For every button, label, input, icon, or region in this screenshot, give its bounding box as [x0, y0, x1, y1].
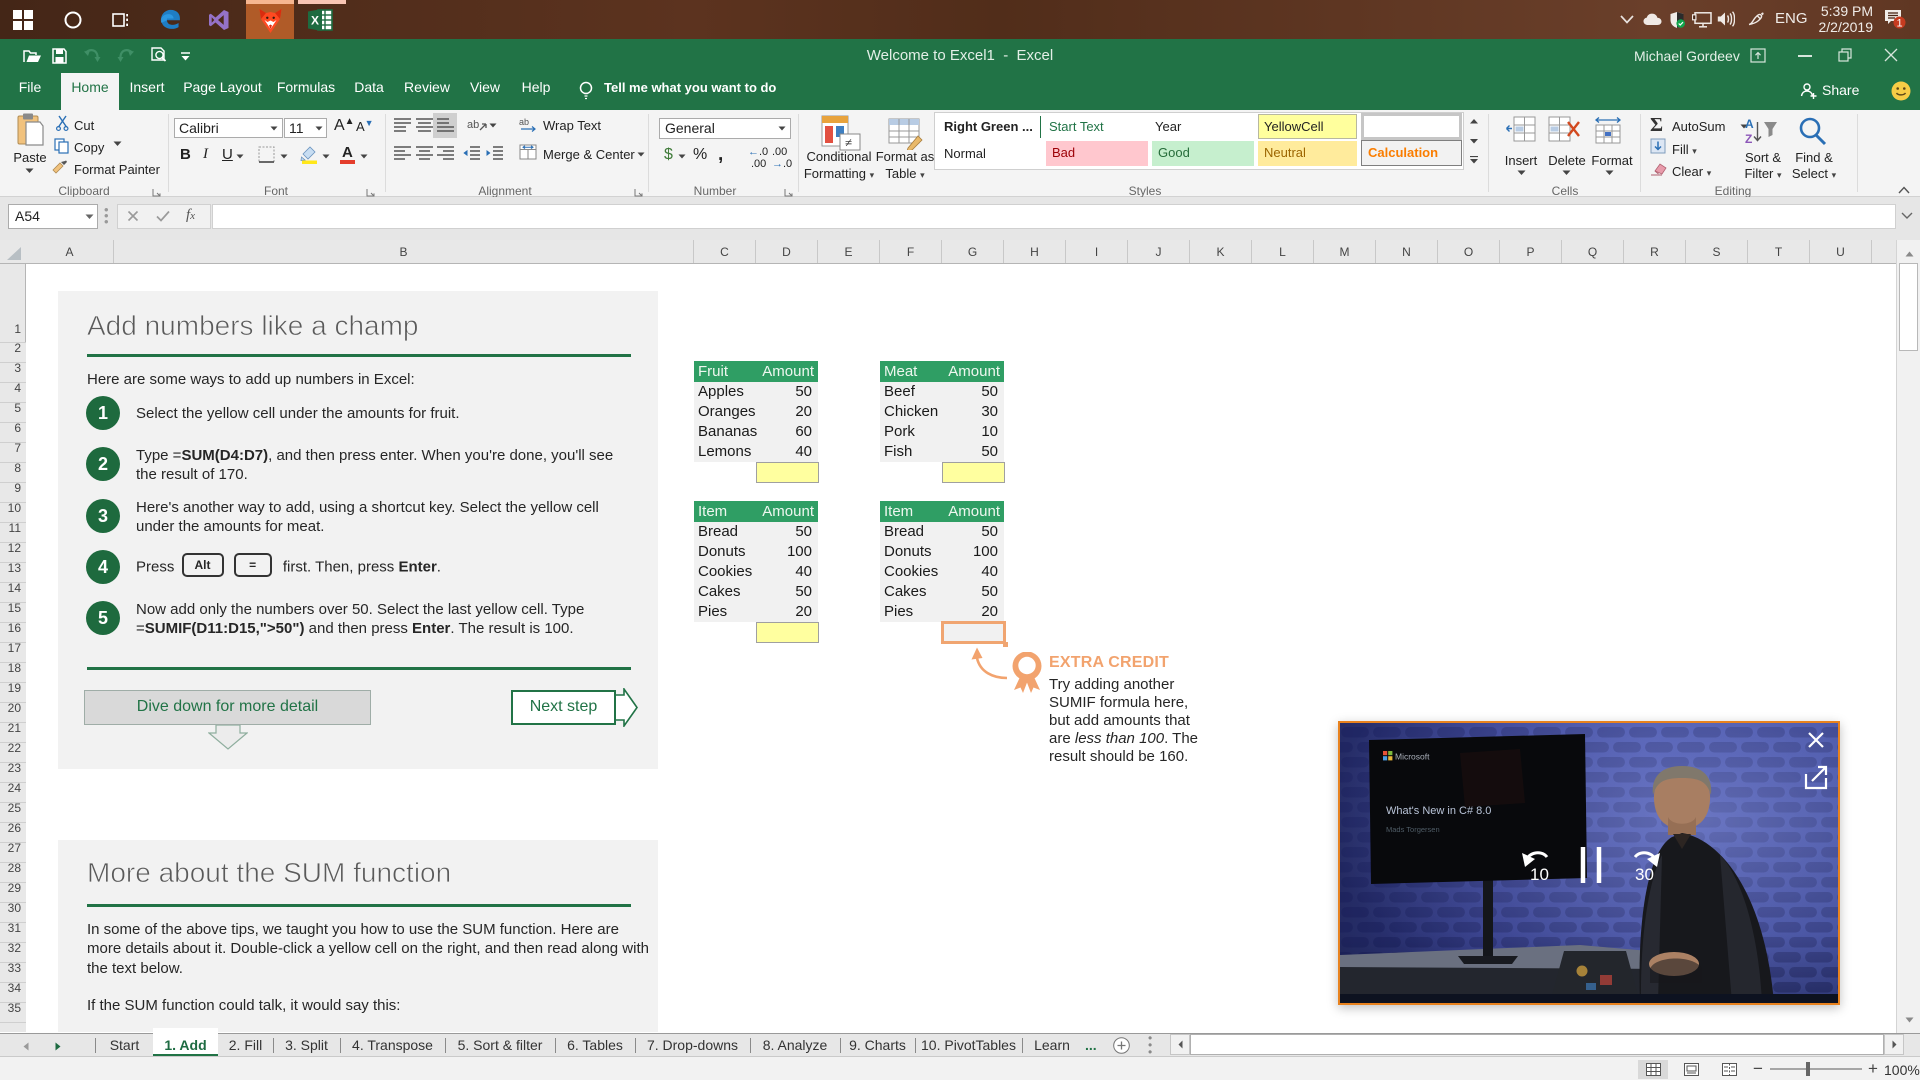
svg-text:ab: ab — [519, 117, 529, 127]
svg-text:1: 1 — [1896, 18, 1902, 29]
svg-text:X: X — [311, 14, 319, 28]
svg-text:ab: ab — [467, 119, 479, 131]
svg-text:10: 10 — [1530, 865, 1549, 884]
svg-text:Microsoft: Microsoft — [1395, 752, 1430, 762]
svg-text:What's New in C# 8.0: What's New in C# 8.0 — [1386, 805, 1491, 817]
svg-text:30: 30 — [1635, 865, 1654, 884]
svg-text:Mads Torgersen: Mads Torgersen — [1386, 825, 1440, 834]
svg-text:Z: Z — [1745, 132, 1752, 146]
svg-text:A: A — [1745, 117, 1754, 131]
